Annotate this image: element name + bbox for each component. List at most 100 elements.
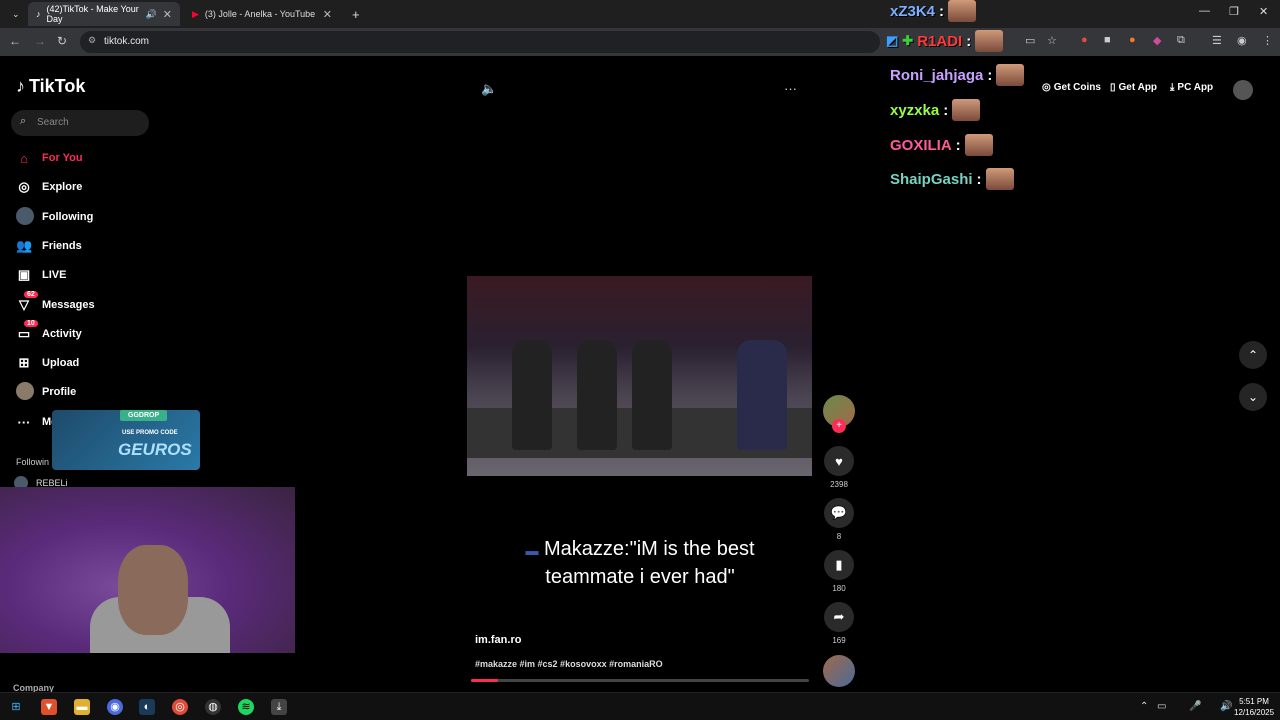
video-hashtags[interactable]: #makazze #im #cs2 #kosovoxx #romaniaRO [475,659,663,669]
forward-icon[interactable]: → [34,34,46,48]
sidebar-item-activity[interactable]: ▭ 10 Activity [16,320,82,345]
back-icon[interactable]: ← [9,34,21,48]
activity-badge: 10 [24,320,38,327]
chat-message: xZ3K4: [890,0,977,22]
sidebar-item-label: Following [42,211,94,223]
tab-youtube[interactable]: ▶ (3) Jolle - Anelka - YouTube ✕ [184,2,340,26]
tray-icon[interactable]: ▭ [1157,701,1166,712]
tiktok-note-icon: ♪ [16,76,25,96]
following-avatar [16,206,34,228]
pc-app-button[interactable]: ⤓ PC App [1170,82,1213,93]
sidebar-item-live[interactable]: ▣ LIVE [16,264,67,286]
messages-badge: 62 [24,291,38,298]
video-author[interactable]: im.fan.ro [475,634,521,646]
download-icon: ⤓ [1170,82,1175,93]
chat-message: ShaipGashi: [890,168,1014,190]
sidebar-item-following[interactable]: Following [16,206,93,228]
badge-icon: ✚ [902,33,914,48]
save-count: 180 [832,584,846,593]
previous-video-button[interactable]: ⌃ [1239,341,1267,369]
browser-menu-icon[interactable]: ⋮ [1262,34,1273,47]
chat-message: ◩ ✚ R1ADI: [886,30,1004,52]
extension-icon[interactable]: ◆ [1153,34,1161,47]
messages-icon: ▽ 62 [16,291,38,313]
home-icon: ⌂ [20,150,28,166]
windows-start-icon[interactable]: ⊞ [8,699,24,715]
share-action[interactable]: ➦ 169 [824,602,854,645]
tab-title: (3) Jolle - Anelka - YouTube [204,9,316,19]
like-action[interactable]: ♥ 2398 [824,446,854,489]
app-icon[interactable]: ⤓ [271,699,287,715]
search-input[interactable]: ⌕ Search [11,110,149,136]
reading-list-icon[interactable]: ☰ [1212,34,1222,47]
extension-icon[interactable]: ● [1081,34,1088,46]
screen-cast-icon[interactable]: ▭ [1025,34,1035,47]
bookmark-icon[interactable]: ▮ [824,550,854,580]
address-bar[interactable]: ⚙ tiktok.com [80,31,880,53]
tab-tiktok[interactable]: ♪ (42)TikTok - Make Your Day 🔊 ✕ [28,2,180,26]
extension-icon[interactable]: ■ [1104,34,1111,46]
sidebar-item-explore[interactable]: ◎ Explore [16,176,82,198]
user-avatar[interactable] [1233,80,1253,100]
extension-icon[interactable]: ● [1129,34,1136,46]
get-coins-button[interactable]: ◎ Get Coins [1042,82,1101,93]
sidebar-item-label: Profile [42,386,77,398]
sidebar-item-for-you[interactable]: ⌂ For You [16,147,82,169]
youtube-favicon-icon: ▶ [192,8,199,19]
brave-icon[interactable]: ▼ [41,699,57,715]
profile-icon[interactable]: ◉ [1237,34,1247,47]
following-accounts-heading: Followin [16,457,50,467]
speaker-icon[interactable]: 🔊 [146,9,157,20]
creator-avatar[interactable]: + [823,395,855,433]
sidebar-item-label: LIVE [42,269,67,281]
tab-title: (42)TikTok - Make Your Day [46,4,139,24]
get-app-label: Get App [1118,82,1158,93]
site-info-icon[interactable]: ⚙ [88,35,96,46]
tiktok-logo[interactable]: ♪ TikTok [16,76,85,97]
follow-plus-icon[interactable]: + [832,419,846,433]
new-tab-button[interactable]: + [344,2,364,26]
save-action[interactable]: ▮ 180 [824,550,854,593]
obs-icon[interactable]: ◍ [205,699,221,715]
get-app-button[interactable]: ▯ Get App [1110,82,1157,93]
sidebar-item-profile[interactable]: Profile [16,381,76,403]
emote-icon [975,30,1004,52]
video-player[interactable] [467,276,812,476]
promo-tag: GGDROP [120,410,168,421]
video-progress-bar[interactable] [471,679,809,682]
sidebar-item-messages[interactable]: ▽ 62 Messages [16,291,95,316]
sidebar-item-upload[interactable]: ⊞ Upload [16,352,80,374]
volume-icon[interactable]: 🔈 [481,81,497,97]
emote-icon [948,0,977,22]
close-window-icon[interactable]: ✕ [1259,5,1268,18]
chrome-icon[interactable]: ◎ [172,699,188,715]
volume-tray-icon[interactable]: 🔊 [1220,701,1232,712]
tiktok-favicon-icon: ♪ [36,9,41,19]
microphone-icon[interactable]: 🎤 [1189,701,1201,712]
close-tab-icon[interactable]: ✕ [163,8,172,21]
file-explorer-icon[interactable]: ▬ [74,699,90,715]
steam-icon[interactable]: ◐ [139,699,155,715]
system-clock[interactable]: 5:51 PM 12/16/2025 [1234,696,1274,718]
restore-icon[interactable]: ❐ [1229,5,1239,18]
chat-message: GOXILIA: [890,134,993,156]
tray-chevron-icon[interactable]: ⌃ [1140,701,1148,712]
minimize-icon[interactable]: — [1199,5,1210,17]
discord-icon[interactable]: ◉ [107,699,123,715]
spotify-icon[interactable]: ≋ [238,699,254,715]
tab-search-dropdown[interactable]: ⌄ [4,2,24,26]
sidebar-item-friends[interactable]: 👥 Friends [16,235,82,257]
video-options-icon[interactable]: ··· [784,81,797,96]
next-video-button[interactable]: ⌄ [1239,383,1267,411]
reload-icon[interactable]: ↻ [57,34,67,48]
music-avatar[interactable] [823,655,855,687]
comment-action[interactable]: 💬 8 [824,498,854,541]
bookmark-star-icon[interactable]: ☆ [1047,34,1057,47]
comment-icon[interactable]: 💬 [824,498,854,528]
heart-icon[interactable]: ♥ [824,446,854,476]
extensions-puzzle-icon[interactable]: ⧉ [1177,34,1185,47]
upload-icon: ⊞ [18,355,30,370]
coin-icon: ◎ [1042,82,1051,93]
share-icon[interactable]: ➦ [824,602,854,632]
close-tab-icon[interactable]: ✕ [323,8,332,21]
